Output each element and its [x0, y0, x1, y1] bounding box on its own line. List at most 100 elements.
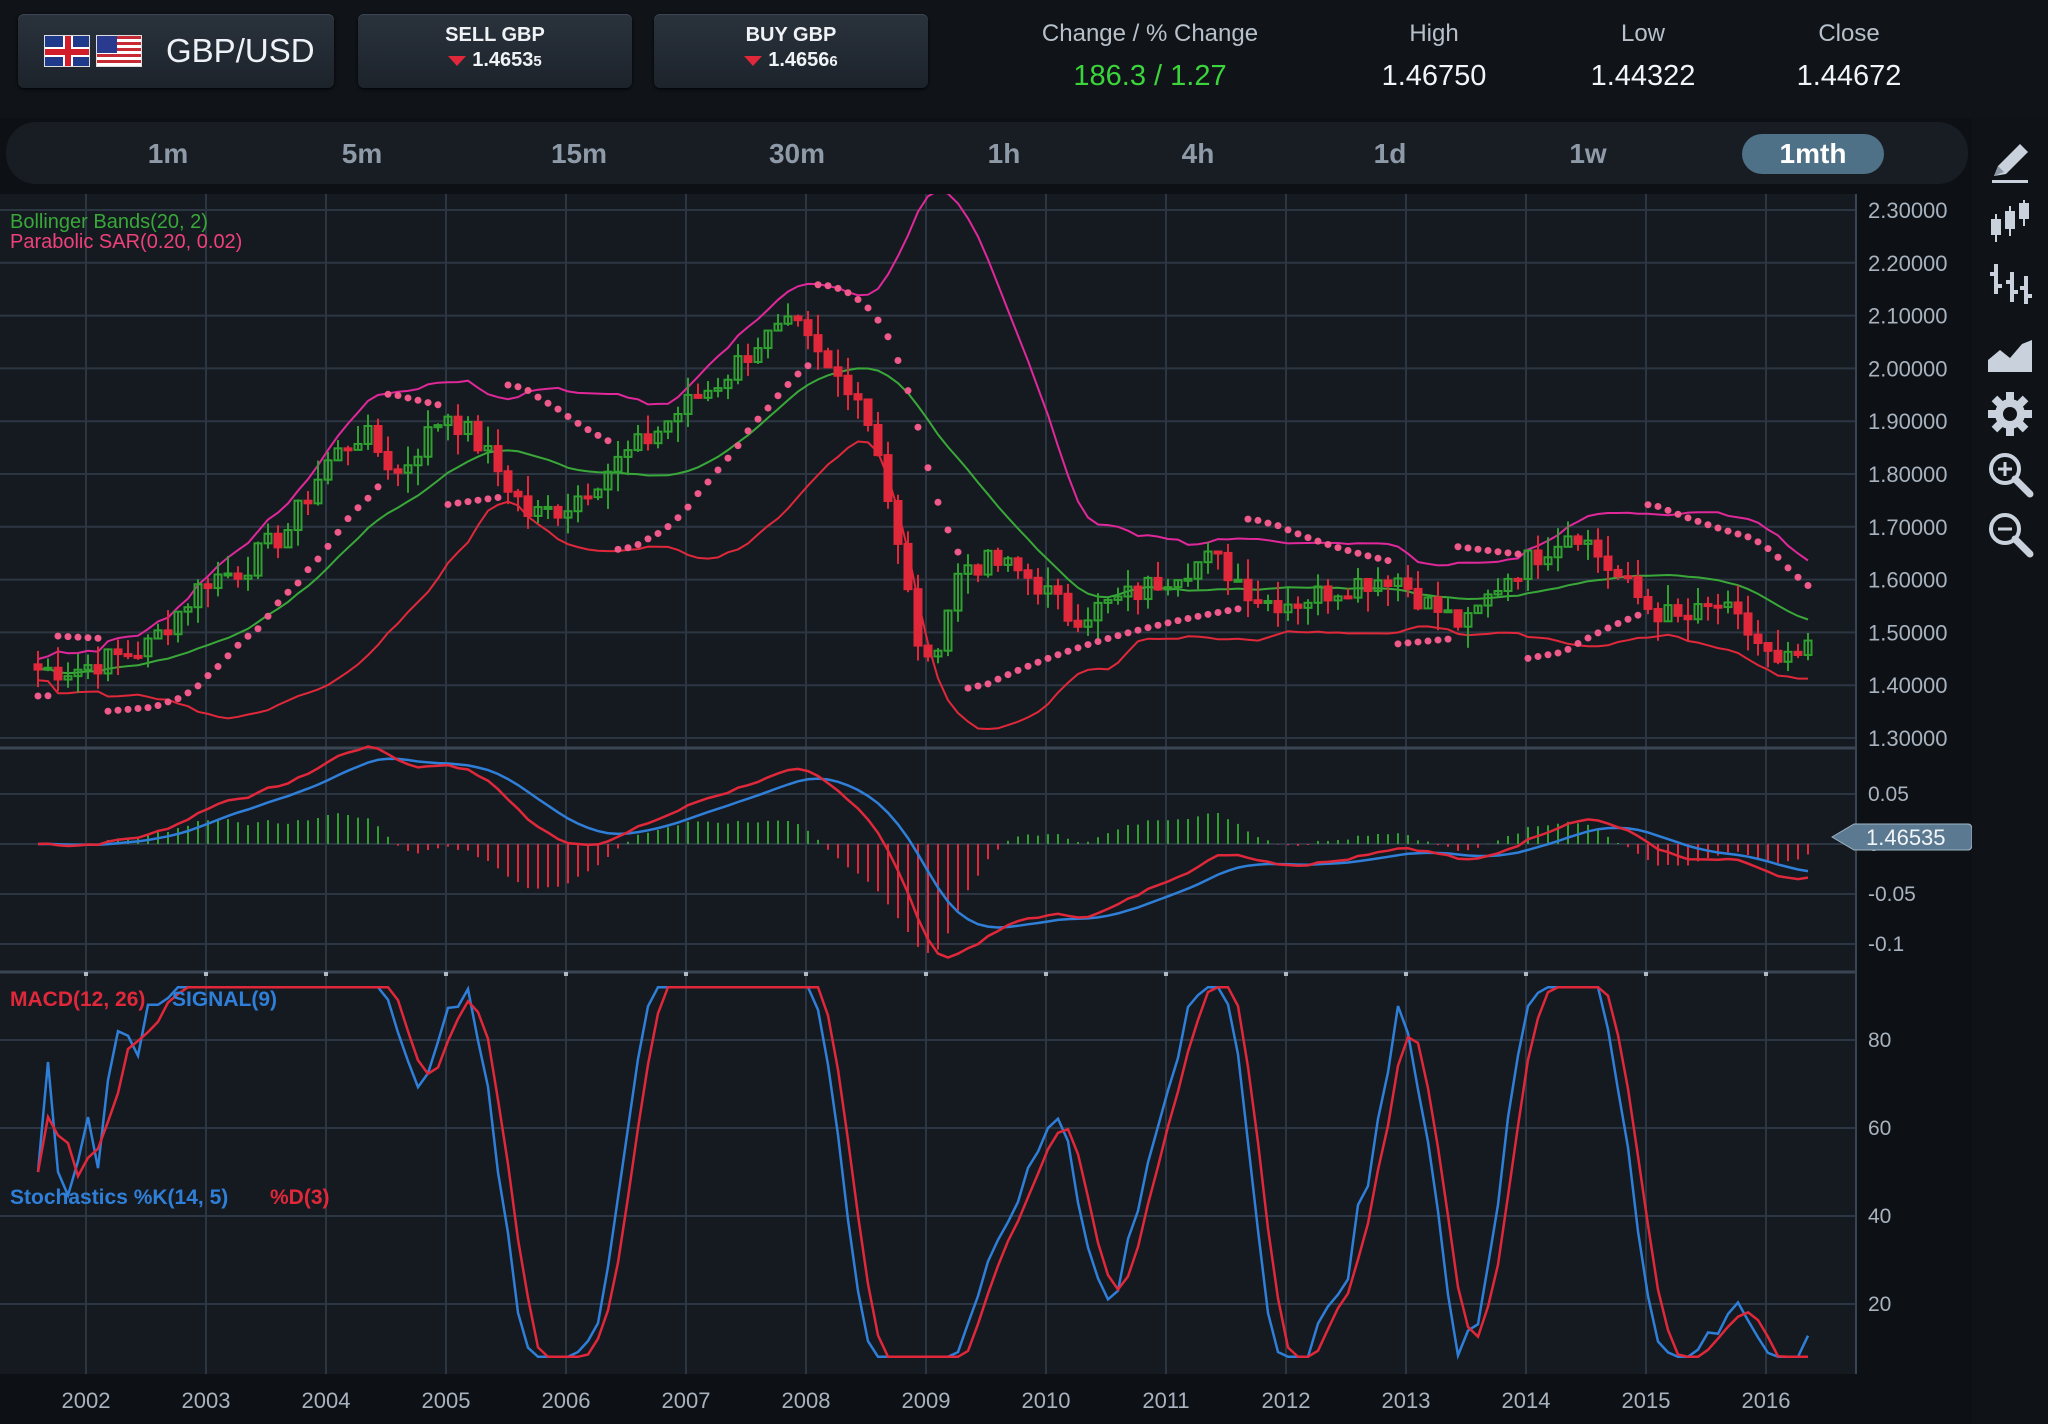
sar-dot: [1614, 620, 1622, 628]
sar-dot: [744, 427, 752, 435]
sar-dot: [864, 304, 872, 312]
us-flag-icon: [96, 35, 142, 67]
sar-dot: [534, 393, 542, 401]
candle-body: [553, 505, 563, 519]
sar-dot: [1634, 611, 1642, 619]
price-tick-label: 1.90000: [1868, 409, 1948, 434]
year-label: 2008: [782, 1388, 831, 1413]
sar-dot: [304, 566, 312, 574]
panel-marker: [1284, 972, 1288, 976]
sar-dot: [894, 357, 902, 365]
year-label: 2003: [182, 1388, 231, 1413]
sar-dot: [1104, 634, 1112, 642]
buy-button[interactable]: BUY GBP 1.46566: [654, 14, 928, 88]
sar-dot: [634, 541, 642, 549]
candle-body: [903, 542, 913, 591]
panel-marker: [804, 972, 808, 976]
gear-icon[interactable]: [1984, 388, 2036, 440]
sar-dot: [854, 296, 862, 304]
sell-button[interactable]: SELL GBP 1.46535: [358, 14, 632, 88]
sar-dot: [194, 682, 202, 690]
panel-marker: [564, 972, 568, 976]
sar-dot: [1174, 617, 1182, 625]
buy-price-pip: 6: [829, 53, 838, 70]
candle-body: [1213, 550, 1223, 555]
candle-body: [493, 445, 503, 473]
sar-dot: [1704, 521, 1712, 529]
zoom-out-icon[interactable]: [1984, 508, 2036, 560]
sar-dot: [1554, 649, 1562, 657]
year-label: 2002: [62, 1388, 111, 1413]
candle-body: [993, 549, 1003, 566]
candle-body: [1713, 604, 1723, 609]
sar-dot: [544, 399, 552, 407]
panel-marker: [1044, 972, 1048, 976]
price-tick-label: 1.40000: [1868, 673, 1948, 698]
candle-body: [693, 393, 703, 399]
candle-body: [1653, 607, 1663, 623]
sar-dot: [84, 634, 92, 642]
price-tick-label: 2.00000: [1868, 356, 1948, 381]
bollinger-legend: Bollinger Bands(20, 2): [10, 211, 208, 233]
sell-price-pip: 5: [533, 53, 542, 70]
sar-dot: [364, 494, 372, 502]
sar-dot: [884, 333, 892, 341]
candle-body: [1773, 649, 1783, 663]
sar-dot: [434, 401, 442, 409]
candle-body: [1413, 587, 1423, 610]
stat-change: Change / % Change 186.3 / 1.27: [1030, 20, 1270, 93]
tab-1d[interactable]: 1d: [1340, 134, 1440, 174]
down-arrow-icon: [448, 55, 467, 66]
candle-body: [1183, 577, 1193, 582]
sar-dot: [1444, 635, 1452, 643]
sar-dot: [614, 545, 622, 553]
panel-marker: [684, 972, 688, 976]
tab-15m[interactable]: 15m: [524, 134, 634, 174]
sar-dot: [1644, 501, 1652, 509]
area-chart-icon[interactable]: [1984, 328, 2036, 380]
candle-body: [453, 415, 463, 436]
sar-dot: [664, 523, 672, 531]
candle-body: [893, 500, 903, 545]
sar-dot: [1774, 553, 1782, 561]
candle-body: [543, 505, 553, 510]
tab-1mth[interactable]: 1mth: [1742, 134, 1884, 174]
sar-dot: [284, 588, 292, 596]
instrument-selector-button[interactable]: GBP/USD: [18, 14, 334, 88]
candle-body: [873, 423, 883, 457]
sar-dot: [184, 689, 192, 697]
tab-5m[interactable]: 5m: [312, 134, 412, 174]
ohlc-bars-icon[interactable]: [1984, 258, 2036, 310]
candlestick-icon[interactable]: [1984, 196, 2036, 248]
sar-dot: [1604, 624, 1612, 632]
tab-4h[interactable]: 4h: [1148, 134, 1248, 174]
candle-body: [1263, 600, 1273, 605]
sar-dot: [964, 684, 972, 692]
sar-dot: [834, 284, 842, 292]
sar-dot: [1234, 605, 1242, 613]
panel-marker: [444, 972, 448, 976]
panel-marker: [1644, 972, 1648, 976]
sar-dot: [494, 494, 502, 502]
price-tick-label: 1.60000: [1868, 568, 1948, 593]
sar-dot: [844, 289, 852, 297]
tool-sidebar: [1972, 118, 2048, 1424]
sar-dot: [1434, 636, 1442, 644]
tab-1w[interactable]: 1w: [1538, 134, 1638, 174]
sar-dot: [654, 530, 662, 538]
sar-dot: [94, 634, 102, 642]
tab-1m[interactable]: 1m: [118, 134, 218, 174]
sar-dot: [1034, 658, 1042, 666]
sar-dot: [1624, 615, 1632, 623]
sar-dot: [1584, 634, 1592, 642]
candle-body: [583, 495, 593, 500]
tab-1h[interactable]: 1h: [954, 134, 1054, 174]
chart-area[interactable]: 2.30000 2.20000 2.10000 2.00000 1.90000 1.800…: [0, 194, 1972, 1424]
tab-30m[interactable]: 30m: [736, 134, 858, 174]
panel-marker: [1764, 972, 1768, 976]
zoom-in-icon[interactable]: [1984, 448, 2036, 500]
sar-dot: [554, 405, 562, 413]
sar-dot: [1494, 548, 1502, 556]
sar-dot: [1574, 640, 1582, 648]
pencil-icon[interactable]: [1984, 136, 2036, 188]
